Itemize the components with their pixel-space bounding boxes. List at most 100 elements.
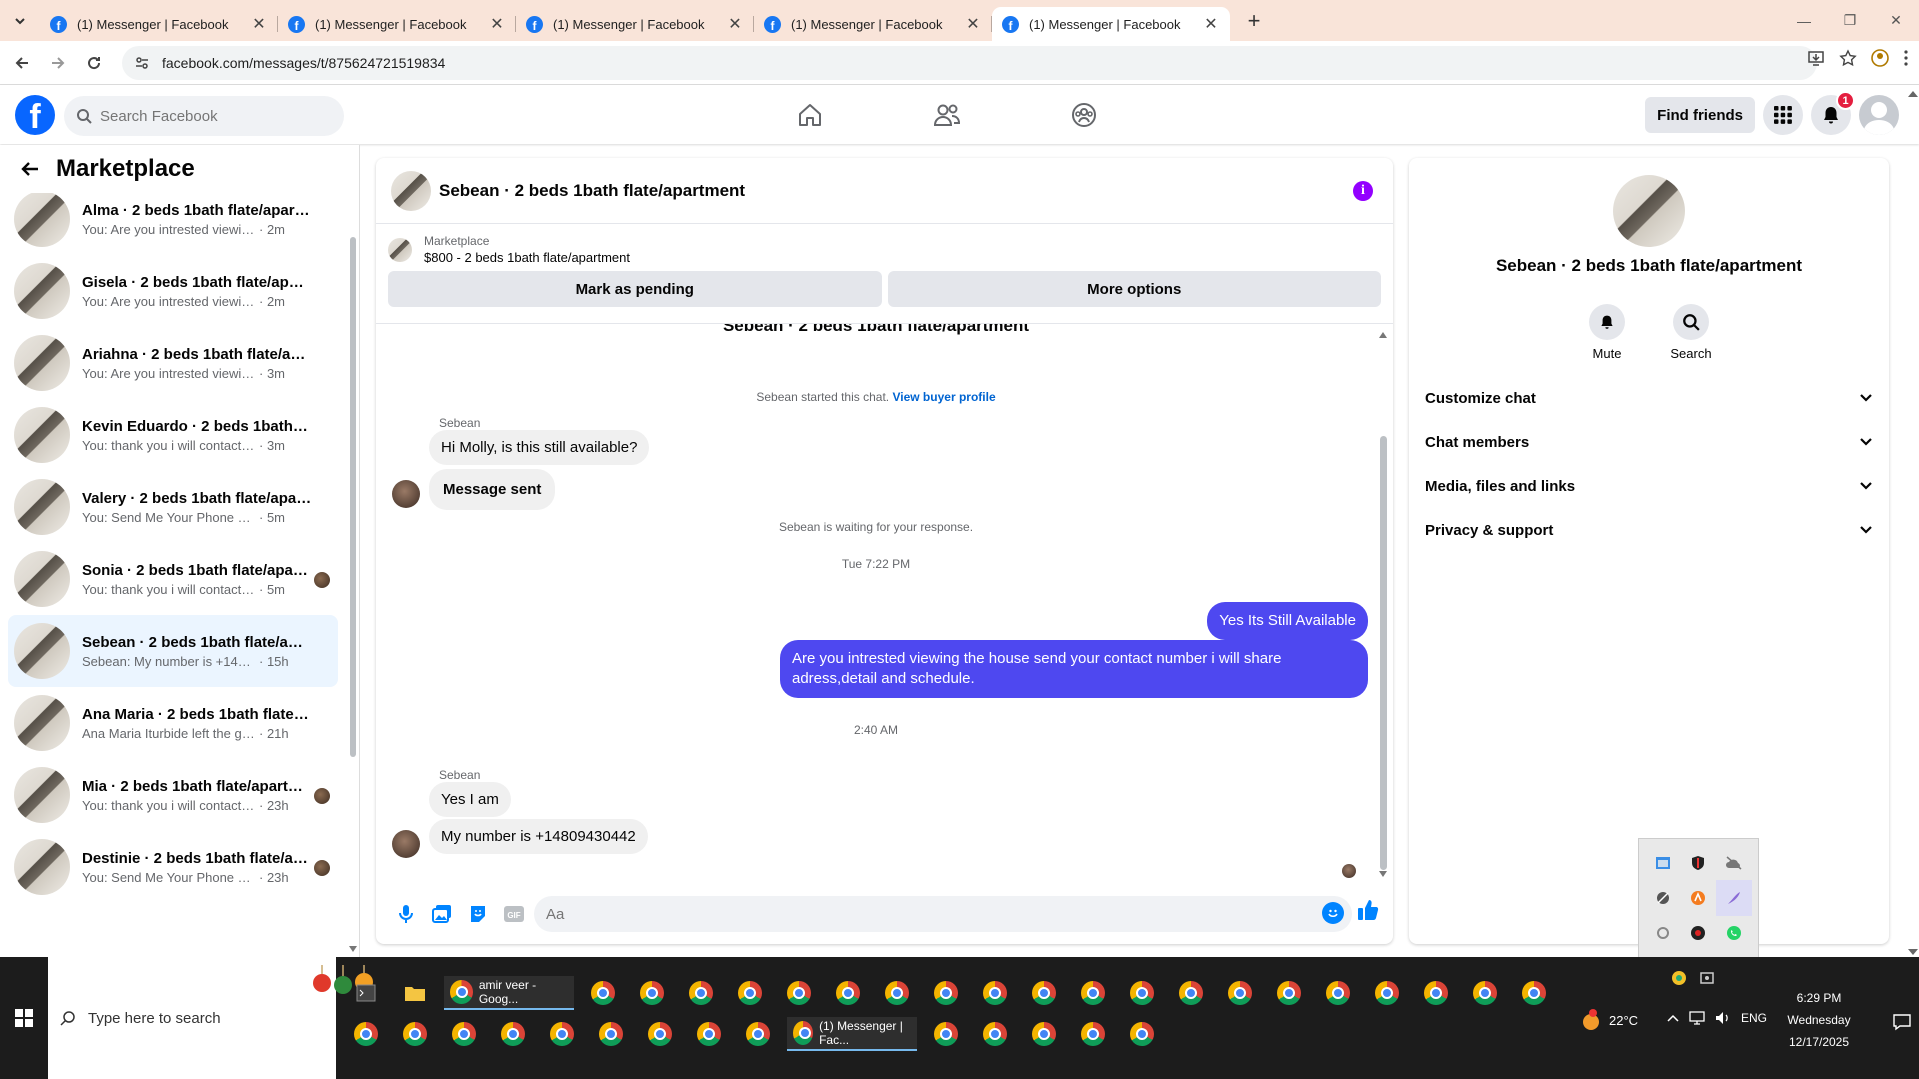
more-options-button[interactable]: More options xyxy=(887,271,1381,307)
taskbar-chrome-app[interactable] xyxy=(730,976,770,1010)
conversation-item[interactable]: Sonia · 2 beds 1bath flate/apartment You:… xyxy=(8,543,338,615)
sender-avatar[interactable] xyxy=(392,480,420,508)
url-bar[interactable]: facebook.com/messages/t/875624721519834 xyxy=(122,46,1817,80)
taskbar-file-explorer[interactable] xyxy=(395,976,435,1010)
new-tab-button[interactable]: + xyxy=(1240,8,1268,34)
tab-search-button[interactable] xyxy=(0,0,40,41)
taskbar-chrome-app[interactable] xyxy=(1122,1017,1162,1051)
tray-app-icon[interactable] xyxy=(1716,845,1752,880)
taskbar-chrome-app[interactable] xyxy=(681,976,721,1010)
browser-menu-icon[interactable] xyxy=(1903,49,1909,67)
emoji-button[interactable] xyxy=(1322,902,1344,924)
nav-groups[interactable] xyxy=(1064,95,1104,135)
taskbar-chrome-app[interactable] xyxy=(1465,976,1505,1010)
taskbar-chrome-app[interactable] xyxy=(738,1017,778,1051)
taskbar-chrome-app[interactable]: amir veer - Goog... xyxy=(444,976,574,1010)
gif-button[interactable]: GIF xyxy=(496,896,532,932)
taskbar-chrome-app[interactable] xyxy=(1073,1017,1113,1051)
taskbar-chrome-app[interactable] xyxy=(395,1017,435,1051)
browser-tab[interactable]: f (1) Messenger | Facebook ✕ xyxy=(992,7,1230,41)
meet-now-icon[interactable] xyxy=(1699,970,1715,986)
scroll-up-icon[interactable] xyxy=(1379,332,1387,338)
conversation-item[interactable]: Mia · 2 beds 1bath flate/apartment You: t… xyxy=(8,759,338,831)
details-section-toggle[interactable]: Media, files and links xyxy=(1409,464,1889,508)
conversation-item[interactable]: Ana Maria · 2 beds 1bath flate/apartment… xyxy=(8,687,338,759)
close-tab-icon[interactable]: ✕ xyxy=(488,14,506,34)
language-indicator[interactable]: ENG xyxy=(1741,1011,1767,1025)
close-tab-icon[interactable]: ✕ xyxy=(1202,14,1220,34)
tray-app-icon[interactable] xyxy=(1645,845,1681,880)
conversation-item[interactable]: Valery · 2 beds 1bath flate/apartment You… xyxy=(8,471,338,543)
tray-app-icon[interactable] xyxy=(1645,880,1681,915)
tray-app-icon[interactable] xyxy=(1716,916,1752,951)
back-button[interactable] xyxy=(8,49,36,77)
close-window-button[interactable]: ✕ xyxy=(1873,0,1919,41)
chat-title[interactable]: Sebean · 2 beds 1bath flate/apartment xyxy=(439,181,745,201)
taskbar-chrome-app[interactable] xyxy=(1367,976,1407,1010)
info-icon[interactable]: i xyxy=(1353,181,1373,201)
taskbar-chrome-app[interactable] xyxy=(1318,976,1358,1010)
nav-home[interactable] xyxy=(790,95,830,135)
taskbar-chrome-app[interactable] xyxy=(444,1017,484,1051)
taskbar-search[interactable]: Type here to search xyxy=(48,957,373,1079)
sidebar-scroll-thumb[interactable] xyxy=(350,237,356,757)
incoming-message[interactable]: Yes I am xyxy=(429,782,511,817)
scroll-down-icon[interactable] xyxy=(349,946,357,952)
taskbar-chrome-app[interactable] xyxy=(632,976,672,1010)
thread-scroll-thumb[interactable] xyxy=(1380,436,1387,870)
taskbar-chrome-app[interactable] xyxy=(689,1017,729,1051)
scroll-up-icon[interactable] xyxy=(1908,91,1918,97)
conversation-item[interactable]: Gisela · 2 beds 1bath flate/apartment You… xyxy=(8,255,338,327)
forward-button[interactable] xyxy=(44,49,72,77)
chevron-up-icon[interactable] xyxy=(1667,1014,1679,1022)
message-input[interactable] xyxy=(534,896,1352,932)
browser-tab[interactable]: f (1) Messenger | Facebook ✕ xyxy=(40,7,278,41)
page-scrollbar[interactable] xyxy=(1907,85,1919,957)
tray-app-icon[interactable] xyxy=(1681,845,1717,880)
chat-avatar[interactable] xyxy=(391,170,431,211)
restore-button[interactable]: ❐ xyxy=(1827,0,1873,41)
facebook-logo-icon[interactable]: f xyxy=(15,95,55,135)
volume-icon[interactable] xyxy=(1715,1011,1731,1025)
close-tab-icon[interactable]: ✕ xyxy=(250,14,268,34)
bookmark-star-icon[interactable] xyxy=(1839,49,1857,67)
account-avatar[interactable] xyxy=(1859,95,1899,135)
mute-action[interactable]: Mute xyxy=(1583,304,1631,361)
conversation-item[interactable]: Kevin Eduardo · 2 beds 1bath flate/apart… xyxy=(8,399,338,471)
back-arrow-icon[interactable] xyxy=(20,159,40,179)
profile-icon[interactable] xyxy=(1871,49,1889,67)
listing-info[interactable]: Marketplace $800 - 2 beds 1bath flate/ap… xyxy=(388,234,1381,265)
taskbar-chrome-app[interactable] xyxy=(828,976,868,1010)
sticker-button[interactable] xyxy=(460,896,496,932)
taskbar-chrome-app[interactable] xyxy=(975,1017,1015,1051)
nav-friends[interactable] xyxy=(927,95,967,135)
find-friends-button[interactable]: Find friends xyxy=(1645,97,1755,133)
scroll-down-icon[interactable] xyxy=(1908,949,1918,955)
start-button[interactable] xyxy=(0,957,48,1079)
taskbar-chrome-app[interactable] xyxy=(1073,976,1113,1010)
taskbar-chrome-app[interactable] xyxy=(779,976,819,1010)
thread-scrollbar[interactable] xyxy=(1379,332,1387,877)
taskbar-chrome-app[interactable] xyxy=(1269,976,1309,1010)
search-action[interactable]: Search xyxy=(1667,304,1715,361)
facebook-search-input[interactable] xyxy=(100,107,320,125)
browser-tab[interactable]: f (1) Messenger | Facebook ✕ xyxy=(278,7,516,41)
outgoing-message[interactable]: Are you intrested viewing the house send… xyxy=(780,640,1368,698)
action-center-button[interactable] xyxy=(1893,1013,1911,1031)
minimize-button[interactable]: — xyxy=(1781,0,1827,41)
taskbar-task-view[interactable] xyxy=(346,976,386,1010)
send-like-button[interactable] xyxy=(1356,898,1380,922)
install-app-icon[interactable] xyxy=(1807,49,1825,67)
taskbar-chrome-app[interactable]: (1) Messenger | Fac... xyxy=(787,1017,917,1051)
clock[interactable]: 6:29 PM Wednesday 12/17/2025 xyxy=(1769,987,1869,1053)
update-icon[interactable] xyxy=(1671,970,1687,986)
sidebar-scrollbar[interactable] xyxy=(349,181,357,952)
details-section-toggle[interactable]: Customize chat xyxy=(1409,376,1889,420)
taskbar-chrome-app[interactable] xyxy=(591,1017,631,1051)
notifications-button[interactable]: 1 xyxy=(1811,91,1855,135)
taskbar-chrome-app[interactable] xyxy=(583,976,623,1010)
conversation-item[interactable]: Alma · 2 beds 1bath flate/apartment You: … xyxy=(8,183,338,255)
taskbar-chrome-app[interactable] xyxy=(926,1017,966,1051)
close-tab-icon[interactable]: ✕ xyxy=(726,14,744,34)
close-tab-icon[interactable]: ✕ xyxy=(964,14,982,34)
